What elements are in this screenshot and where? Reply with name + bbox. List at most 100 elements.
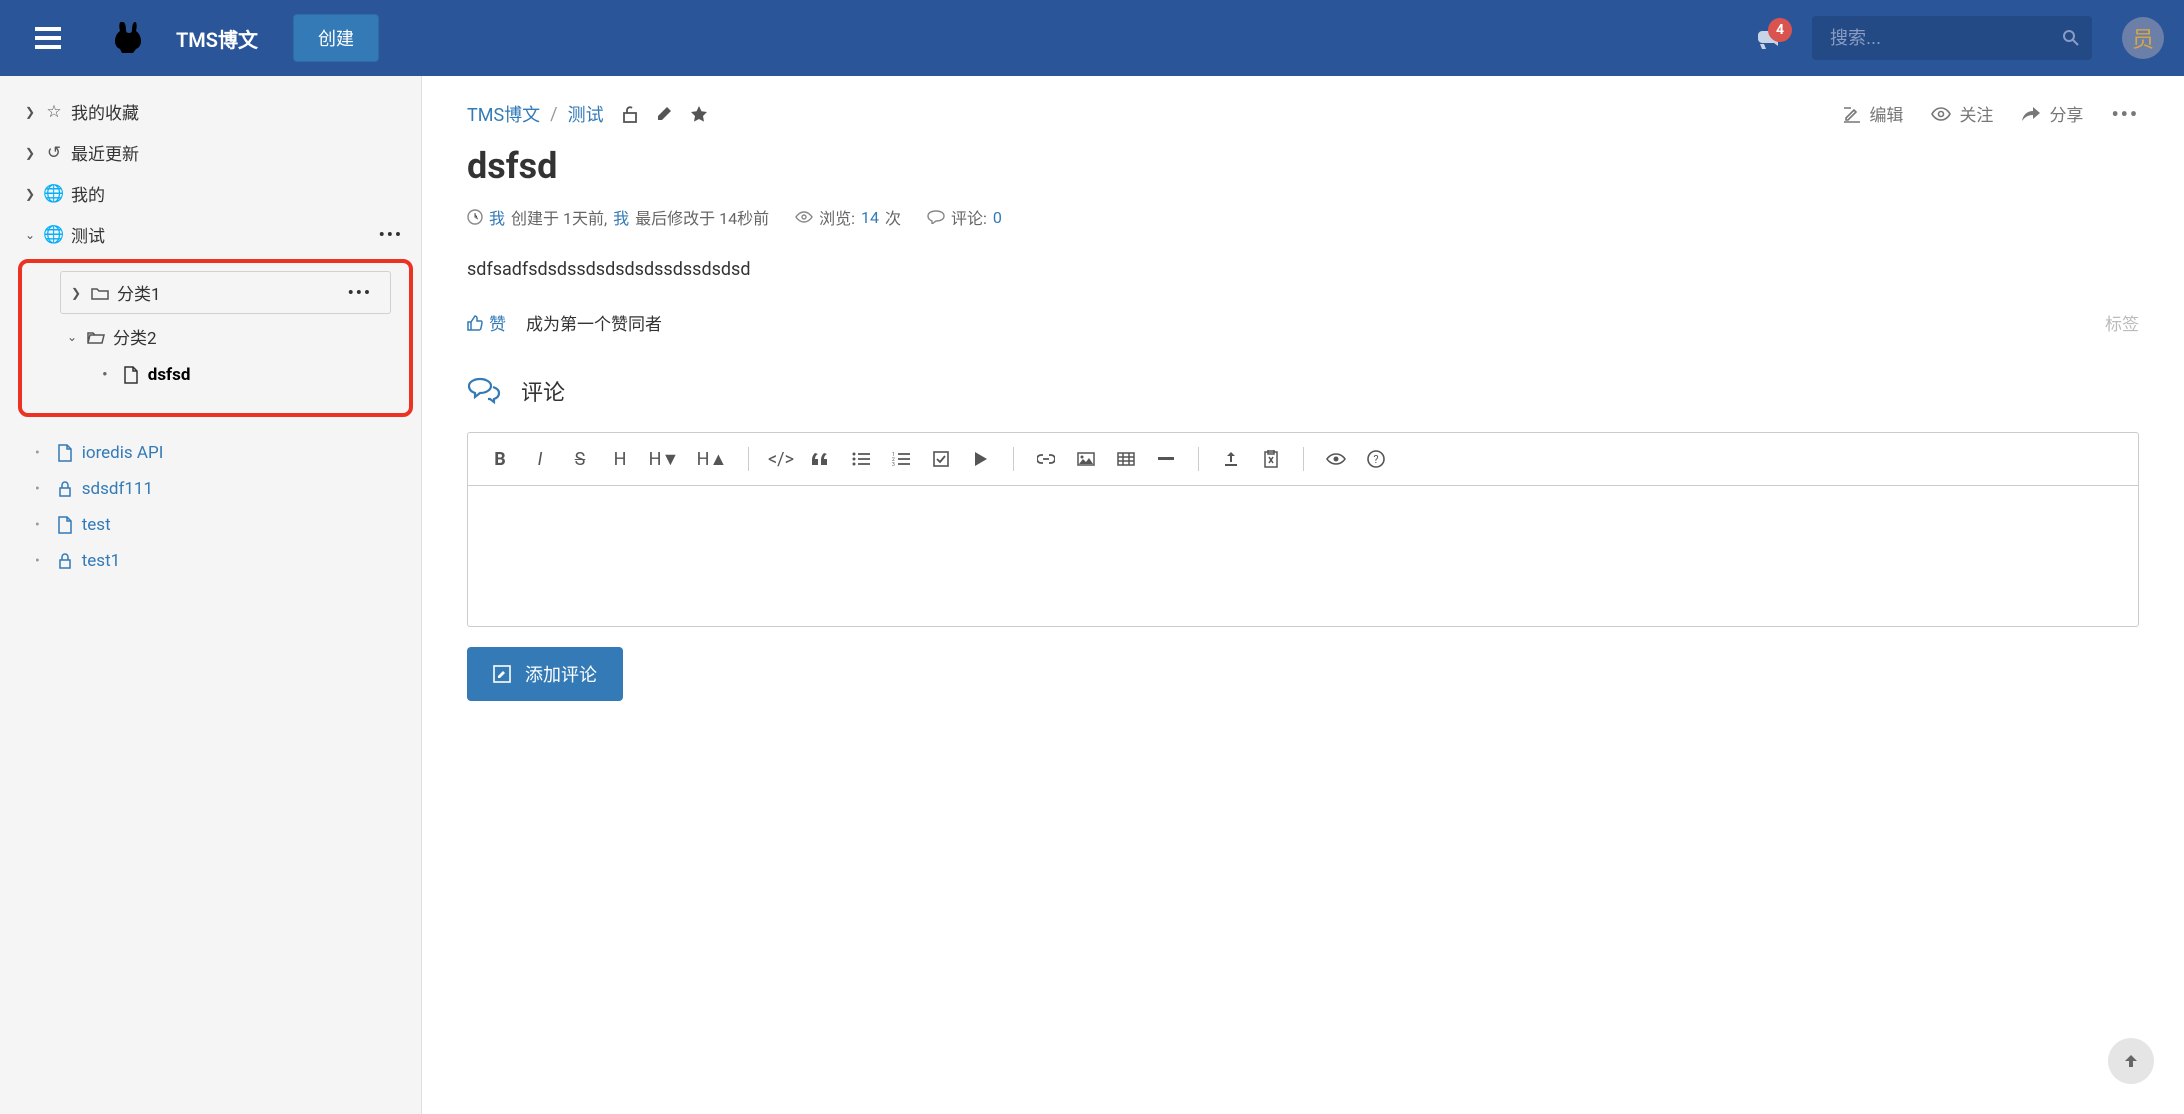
editor-textarea[interactable] [468, 486, 2138, 626]
checkbox-button[interactable] [923, 443, 959, 475]
sidebar-file-ioredis[interactable]: ioredis API [0, 435, 421, 471]
menu-toggle-button[interactable] [20, 27, 76, 49]
svg-text:3: 3 [892, 462, 895, 466]
hr-button[interactable] [1148, 443, 1184, 475]
chat-icon [467, 377, 501, 405]
pencil-icon[interactable] [656, 106, 672, 122]
heading-button[interactable]: H [602, 443, 638, 475]
link-button[interactable] [1028, 443, 1064, 475]
heading-up-button[interactable]: H▲ [690, 443, 734, 475]
help-button[interactable]: ? [1358, 443, 1394, 475]
comments-count[interactable]: 0 [993, 208, 1002, 227]
play-button[interactable] [963, 443, 999, 475]
folder-open-icon [85, 330, 107, 344]
image-button[interactable] [1068, 443, 1104, 475]
more-icon[interactable]: ••• [379, 225, 403, 245]
ul-button[interactable] [843, 443, 879, 475]
breadcrumb-current[interactable]: 测试 [568, 101, 604, 127]
strikethrough-button[interactable]: S [562, 443, 598, 475]
button-label: 添加评论 [525, 661, 597, 687]
meta-text: 创建于 1天前, [511, 205, 607, 229]
table-button[interactable] [1108, 443, 1144, 475]
more-actions[interactable]: ••• [2111, 102, 2139, 126]
user-avatar[interactable]: 员 [2122, 17, 2164, 59]
sidebar-file-test1[interactable]: test1 [0, 543, 421, 579]
sidebar-item-test-space[interactable]: ⌄ 🌐 测试 ••• [0, 214, 421, 255]
notifications-button[interactable]: 4 [1754, 26, 1782, 50]
more-icon[interactable]: ••• [348, 283, 372, 303]
unlock-icon[interactable] [622, 105, 638, 123]
tags-label[interactable]: 标签 [2105, 310, 2139, 335]
sidebar-item-recent[interactable]: ❯ ↺ 最近更新 [0, 132, 421, 173]
search-input[interactable] [1830, 28, 2062, 49]
breadcrumb-separator: / [550, 104, 557, 125]
breadcrumb-root[interactable]: TMS博文 [467, 101, 540, 127]
edit-action[interactable]: 编辑 [1843, 101, 1903, 126]
heading-down-button[interactable]: H▼ [642, 443, 686, 475]
views-count[interactable]: 14 [861, 208, 879, 227]
chevron-right-icon: ❯ [25, 187, 43, 201]
meta-author-link[interactable]: 我 [489, 205, 505, 229]
like-prompt: 成为第一个赞同者 [526, 310, 662, 335]
star-icon[interactable] [690, 105, 708, 123]
history-icon: ↺ [43, 143, 65, 163]
meta-views: 浏览: 14 次 [795, 205, 901, 229]
page-body: sdfsadfsdsdssdsdsdsdssdssdsdsd [467, 259, 2139, 280]
italic-button[interactable]: I [522, 443, 558, 475]
scroll-to-top-button[interactable] [2108, 1038, 2154, 1084]
watch-action[interactable]: 关注 [1931, 101, 1993, 126]
comments-header: 评论 [467, 375, 2139, 407]
like-row: 赞 成为第一个赞同者 标签 [467, 310, 2139, 335]
page-title: dsfsd [467, 145, 2139, 187]
sidebar-item-category-1[interactable]: ❯ 分类1 ••• [60, 271, 391, 314]
star-icon: ☆ [43, 102, 65, 122]
main-content: TMS博文 / 测试 编辑 关注 分享 [422, 76, 2184, 1114]
sidebar-item-label: ioredis API [82, 443, 164, 463]
action-label: 分享 [2049, 101, 2083, 126]
clipboard-button[interactable] [1253, 443, 1289, 475]
sidebar-item-label: 分类1 [117, 280, 161, 305]
sidebar-file-test[interactable]: test [0, 507, 421, 543]
sidebar-item-label: 分类2 [113, 324, 157, 349]
ol-button[interactable]: 123 [883, 443, 919, 475]
file-icon [120, 366, 142, 384]
bold-button[interactable]: B [482, 443, 518, 475]
chevron-down-icon: ⌄ [25, 228, 43, 242]
sidebar-file-sdsdf111[interactable]: sdsdf111 [0, 471, 421, 507]
comment-icon [927, 210, 945, 224]
toolbar-separator [1198, 447, 1199, 471]
share-action[interactable]: 分享 [2021, 101, 2083, 126]
lock-file-icon [54, 480, 76, 498]
upload-button[interactable] [1213, 443, 1249, 475]
chevron-down-icon: ⌄ [67, 330, 85, 344]
create-button[interactable]: 创建 [293, 14, 379, 62]
sidebar-item-active-doc[interactable]: dsfsd [22, 357, 409, 393]
logo[interactable] [111, 18, 151, 58]
preview-button[interactable] [1318, 443, 1354, 475]
highlight-annotation-box: ❯ 分类1 ••• ⌄ 分类2 dsfsd [18, 259, 413, 417]
like-button[interactable]: 赞 [467, 310, 506, 335]
quote-button[interactable] [803, 443, 839, 475]
edit-icon [1843, 105, 1861, 123]
code-button[interactable]: </> [763, 443, 799, 475]
meta-comments: 评论: 0 [927, 205, 1002, 229]
hamburger-icon [35, 27, 61, 49]
sidebar-item-favorites[interactable]: ❯ ☆ 我的收藏 [0, 91, 421, 132]
sidebar-item-mine[interactable]: ❯ 🌐 我的 [0, 173, 421, 214]
search-box [1812, 16, 2092, 60]
add-comment-button[interactable]: 添加评论 [467, 647, 623, 701]
sidebar-item-category-2[interactable]: ⌄ 分类2 [22, 316, 409, 357]
meta-author-link[interactable]: 我 [613, 205, 629, 229]
comments-title: 评论 [521, 375, 565, 407]
chevron-right-icon: ❯ [25, 105, 43, 119]
search-icon[interactable] [2062, 29, 2080, 47]
eye-icon [795, 211, 813, 223]
arrow-up-icon [2123, 1053, 2139, 1069]
file-icon [54, 516, 76, 534]
brand-link[interactable]: TMS博文 [176, 24, 258, 53]
folder-icon [89, 286, 111, 300]
sidebar-file-list: ioredis API sdsdf111 test test1 [0, 435, 421, 579]
comment-editor: B I S H H▼ H▲ </> 123 [467, 432, 2139, 627]
toolbar-separator [1303, 447, 1304, 471]
action-label: 编辑 [1869, 101, 1903, 126]
